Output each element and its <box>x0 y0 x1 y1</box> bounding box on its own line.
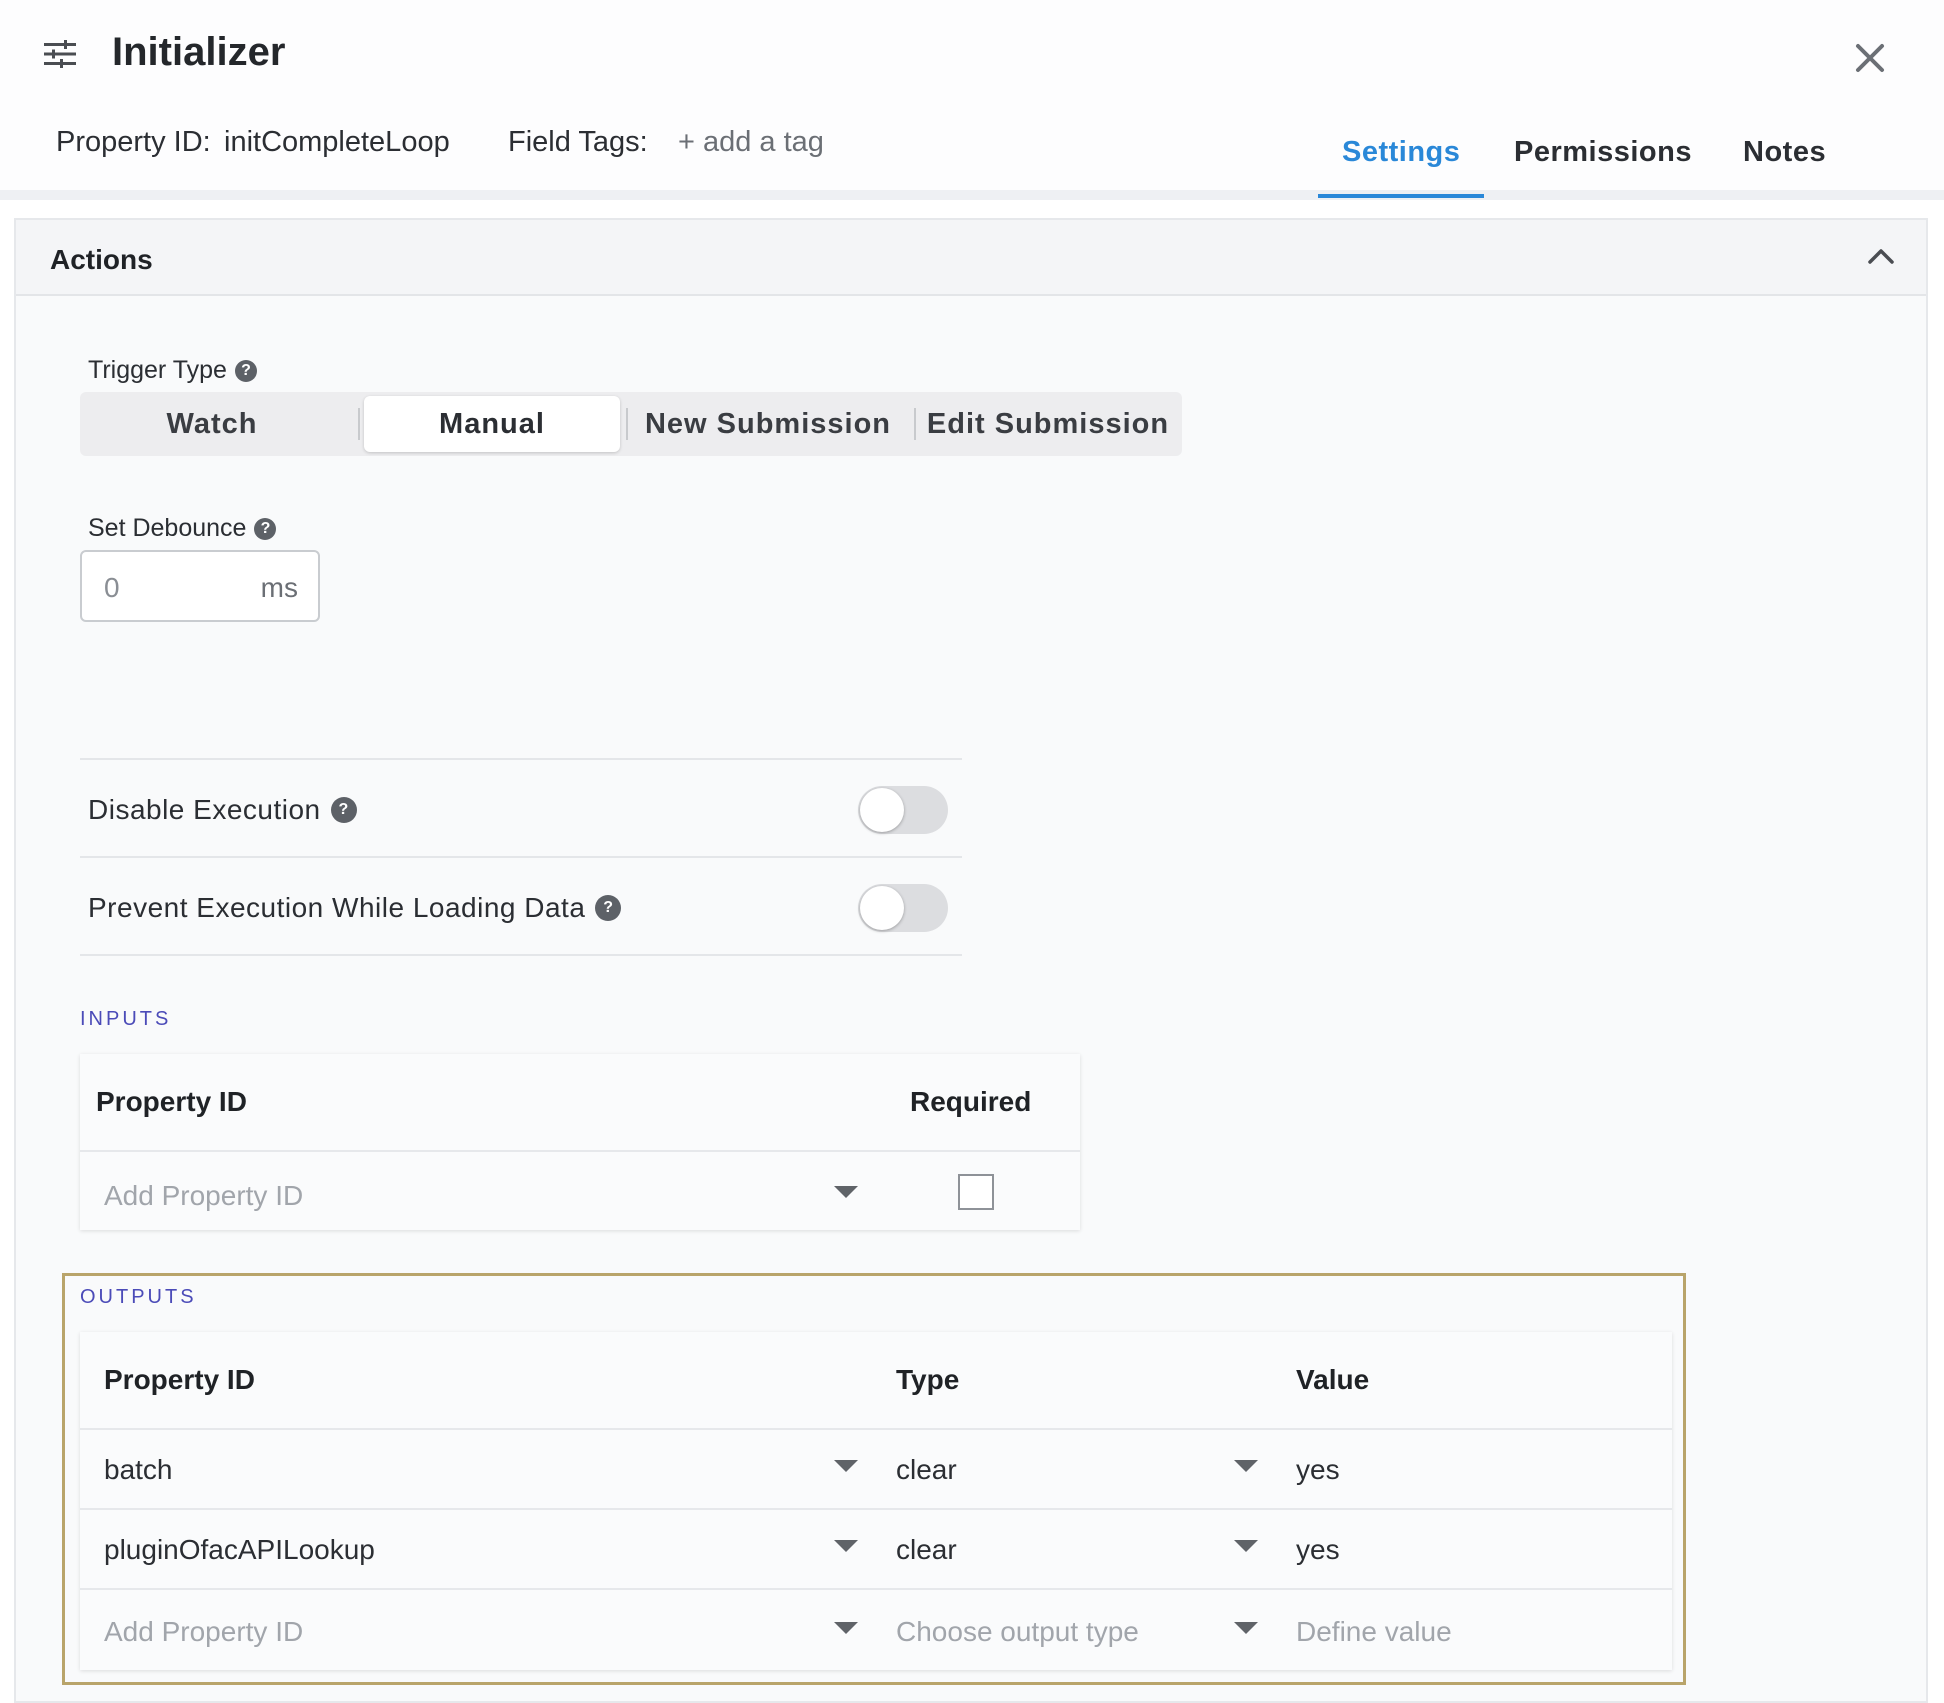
actions-panel-header[interactable]: Actions <box>16 220 1926 296</box>
help-circle-icon[interactable]: ? <box>330 797 357 823</box>
debounce-value: 0 <box>104 572 120 603</box>
active-tab-indicator <box>1318 194 1484 198</box>
tab-notes[interactable]: Notes <box>1743 136 1826 169</box>
inputs-col-required: Required <box>910 1086 1032 1117</box>
debounce-input[interactable]: 0 ms <box>80 550 320 622</box>
outputs-highlight-frame <box>62 1273 1686 1685</box>
help-circle-icon[interactable]: ? <box>254 517 277 540</box>
debounce-unit: ms <box>260 572 298 603</box>
inputs-section-label: INPUTS <box>80 1008 172 1030</box>
debounce-label: Set Debounce ? <box>88 514 277 543</box>
segment-divider <box>914 408 916 440</box>
prevent-execution-text: Prevent Execution While Loading Data <box>88 892 586 923</box>
sliders-icon[interactable] <box>44 40 76 68</box>
toggle-knob <box>860 886 904 930</box>
modal-header: Initializer Property ID: initCompleteLoo… <box>0 0 1944 200</box>
close-icon[interactable] <box>1852 40 1888 76</box>
prevent-execution-toggle[interactable] <box>858 884 948 932</box>
property-id-value: initCompleteLoop <box>224 126 450 158</box>
divider <box>80 954 962 956</box>
property-id-label: Property ID: <box>56 126 211 158</box>
debounce-label-text: Set Debounce <box>88 514 247 542</box>
required-checkbox[interactable] <box>958 1174 994 1210</box>
field-tags-label: Field Tags: <box>508 126 648 158</box>
caret-down-icon[interactable] <box>834 1186 858 1198</box>
add-tag-link[interactable]: + add a tag <box>678 126 824 159</box>
actions-panel-title: Actions <box>50 244 153 275</box>
inputs-add-property-select[interactable]: Add Property ID <box>104 1180 303 1212</box>
initializer-modal: Initializer Property ID: initCompleteLoo… <box>0 0 1944 1703</box>
disable-execution-label: Disable Execution ? <box>88 794 357 826</box>
trigger-option-new-submission[interactable]: New Submission <box>632 392 904 456</box>
modal-title: Initializer <box>112 30 286 74</box>
tab-permissions[interactable]: Permissions <box>1514 136 1692 169</box>
trigger-type-selector: Watch Manual New Submission Edit Submiss… <box>80 392 1182 456</box>
trigger-type-label: Trigger Type ? <box>88 356 257 385</box>
trigger-type-label-text: Trigger Type <box>88 356 227 384</box>
divider <box>80 856 962 858</box>
inputs-col-property-id: Property ID <box>96 1086 247 1117</box>
help-circle-icon[interactable]: ? <box>234 359 257 382</box>
prevent-execution-label: Prevent Execution While Loading Data ? <box>88 892 622 924</box>
row-divider <box>80 1150 1080 1152</box>
help-circle-icon[interactable]: ? <box>595 895 622 921</box>
tab-settings[interactable]: Settings <box>1342 136 1460 169</box>
segment-divider <box>626 408 628 440</box>
disable-execution-text: Disable Execution <box>88 794 321 825</box>
trigger-option-edit-submission[interactable]: Edit Submission <box>920 392 1176 456</box>
chevron-up-icon[interactable] <box>1866 246 1896 266</box>
inputs-table: Property ID Required Add Property ID <box>80 1054 1080 1230</box>
trigger-option-manual[interactable]: Manual <box>364 396 620 452</box>
divider <box>80 758 962 760</box>
toggle-knob <box>860 788 904 832</box>
disable-execution-toggle[interactable] <box>858 786 948 834</box>
segment-divider <box>358 408 360 440</box>
trigger-option-watch[interactable]: Watch <box>80 392 344 456</box>
